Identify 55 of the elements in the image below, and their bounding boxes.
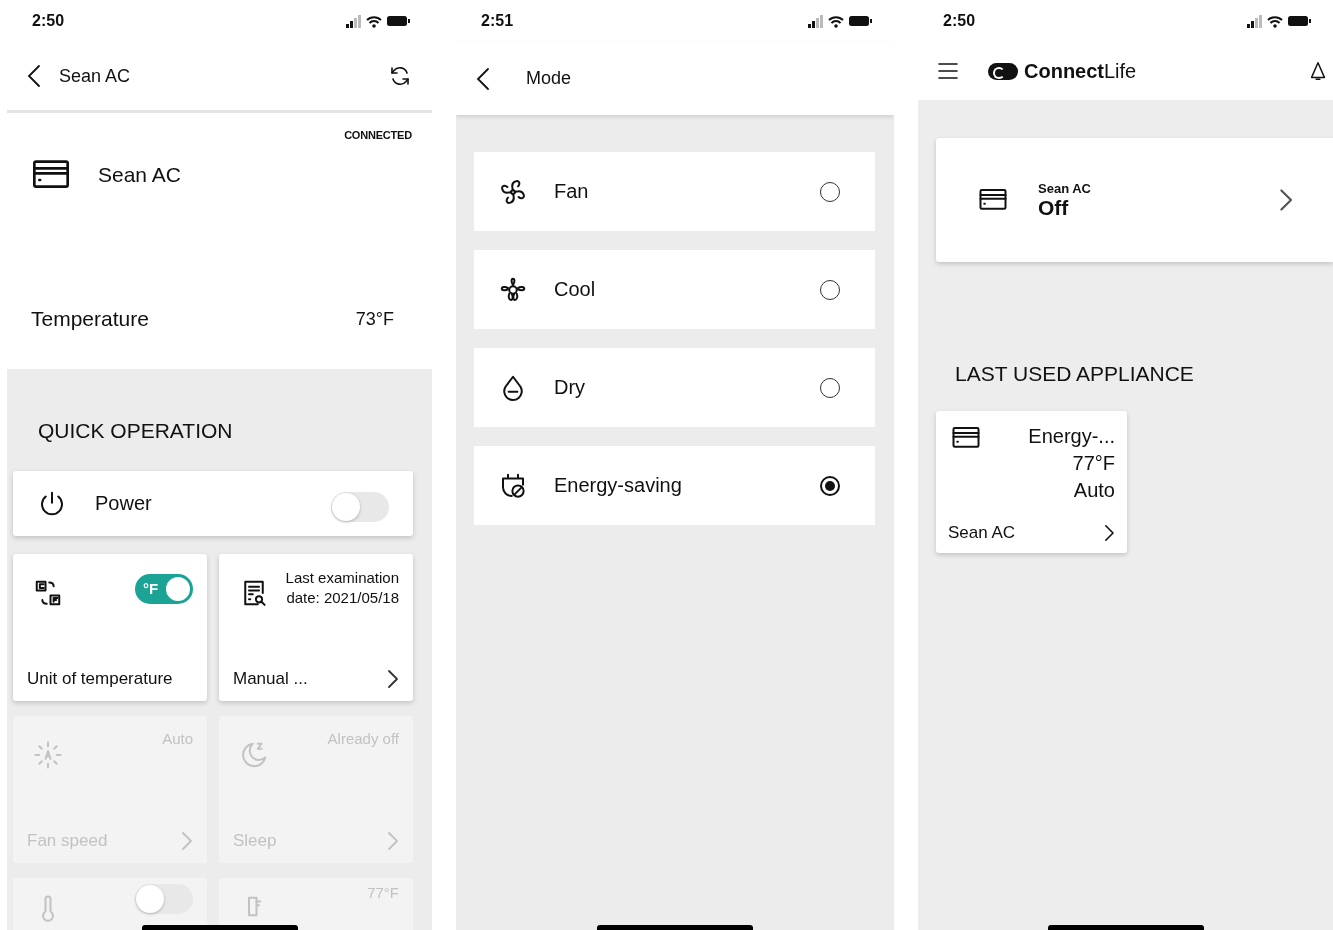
back-icon[interactable] [27, 64, 41, 88]
moon-icon [239, 740, 269, 770]
mode-label: Cool [554, 278, 597, 301]
device-name: Sean AC [1038, 180, 1092, 196]
appliance-name: Sean AC [948, 523, 1016, 543]
signal-icon [1247, 14, 1262, 28]
signal-icon [808, 14, 823, 28]
tile-label: Unit of temperature [27, 669, 173, 689]
temperature-value: 73°F [355, 308, 394, 330]
mode-option[interactable]: Energy-saving [474, 446, 875, 525]
appliance-fan: Auto [1073, 478, 1115, 503]
app-logo: ConnectLife [1024, 59, 1137, 83]
mode-option[interactable]: Dry [474, 348, 875, 427]
control-tile[interactable]: °F Unit of temperature [13, 554, 207, 701]
appliance-mode: Energy-... [1028, 424, 1115, 449]
wifi-icon [1267, 14, 1283, 28]
mode-label: Dry [554, 376, 587, 399]
chevron-right-icon[interactable] [1104, 524, 1115, 542]
temperature-label: Temperature [31, 307, 149, 331]
device-name: Sean AC [98, 163, 181, 187]
tile-value: Last examination date: 2021/05/18 [284, 568, 399, 608]
chevron-right-icon[interactable] [387, 669, 399, 689]
power-label: Power [95, 492, 153, 515]
signal-icon [346, 14, 361, 28]
screen-title: Sean AC [59, 65, 132, 87]
connection-status: CONNECTED [343, 129, 412, 141]
wifi-icon [828, 14, 844, 28]
radio-button[interactable] [820, 475, 840, 496]
wifi-icon [366, 14, 382, 28]
section-title: LAST USED APPLIANCE [955, 362, 1195, 386]
appliance-card[interactable]: Energy-... 77°F Auto Sean AC [936, 411, 1127, 553]
screen-title: Mode [526, 68, 573, 89]
status-time: 2:51 [481, 12, 514, 30]
device-card[interactable]: Sean AC Off [936, 138, 1333, 262]
mode-option[interactable]: Cool [474, 250, 875, 329]
status-time: 2:50 [32, 12, 65, 30]
status-time: 2:50 [943, 12, 976, 30]
toggle-switch[interactable] [331, 491, 389, 522]
battery-icon [387, 16, 410, 26]
mode-label: Energy-saving [554, 474, 683, 497]
appliance-temperature: 77°F [1072, 451, 1115, 476]
device-status: Off [1038, 195, 1070, 220]
mode-label: Fan [554, 180, 590, 203]
section-title: QUICK OPERATION [38, 419, 234, 443]
tile-label: Manual ... [233, 669, 308, 689]
logo-icon [988, 62, 1018, 80]
auto-fan-icon [33, 740, 63, 770]
battery-icon [1288, 16, 1311, 26]
refresh-icon [388, 64, 412, 88]
celsius-fahrenheit-icon [33, 578, 63, 608]
chevron-right-icon[interactable] [1278, 188, 1293, 212]
battery-icon [849, 16, 872, 26]
back-icon[interactable] [476, 66, 490, 91]
mode-option[interactable]: Fan [474, 152, 875, 231]
control-tile[interactable]: Last examination date: 2021/05/18 Manual ... [219, 554, 413, 701]
